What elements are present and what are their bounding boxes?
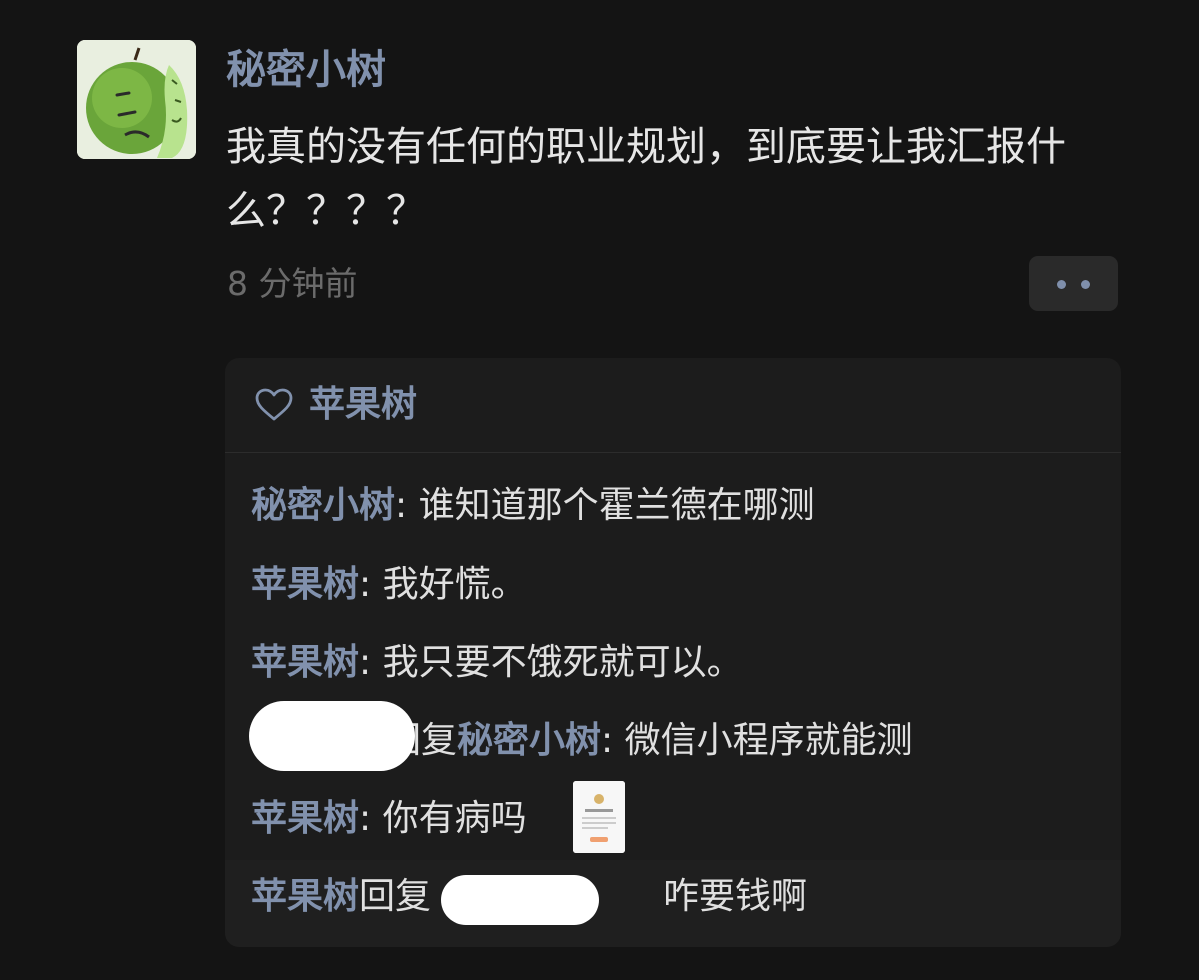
reply-word: 回复 xyxy=(359,876,432,917)
comment-author[interactable]: 秘密小树 xyxy=(251,485,395,526)
comment-panel: 苹果树 秘密小树: 谁知道那个霍兰德在哪测 苹果树: 我好慌。 苹果树: 我只要… xyxy=(225,358,1121,947)
comment-author[interactable]: 苹果树 xyxy=(251,876,359,917)
comment-text: 我只要不饿死就可以。 xyxy=(382,642,743,683)
comment-item[interactable]: 苹果树: 我只要不饿死就可以。 xyxy=(251,639,743,687)
moments-post: 秘密小树 我真的没有任何的职业规划，到底要让我汇报什么？？？？ 8 分钟前 苹果… xyxy=(0,0,1199,980)
comment-separator: : xyxy=(395,485,419,526)
comment-author[interactable]: 苹果树 xyxy=(251,798,359,839)
comment-separator: : xyxy=(359,564,383,605)
image-thumbnail xyxy=(573,781,625,853)
comment-text: 你有病吗 xyxy=(382,798,527,839)
comment-text: 我好慌。 xyxy=(382,564,527,605)
comment-text: 咋要钱啊 xyxy=(663,876,808,917)
more-dots-icon xyxy=(1081,280,1090,289)
avatar[interactable] xyxy=(77,40,196,159)
more-dots-icon xyxy=(1057,280,1066,289)
post-text: 我真的没有任何的职业规划，到底要让我汇报什么？？？？ xyxy=(226,124,1066,234)
more-button[interactable] xyxy=(1029,256,1118,311)
redacted-name xyxy=(249,701,415,771)
post-author[interactable]: 秘密小树 xyxy=(226,44,386,96)
comment-author[interactable]: 苹果树 xyxy=(251,564,359,605)
redacted-name xyxy=(441,875,599,925)
comment-item[interactable]: 回复秘密小树: 微信小程序就能测 xyxy=(385,717,913,765)
likes-row: 苹果树 xyxy=(225,358,1121,453)
comment-separator: : xyxy=(359,798,383,839)
comment-item[interactable]: 苹果树: 我好慌。 xyxy=(251,561,527,609)
image-thumbnail[interactable] xyxy=(573,781,625,853)
reply-target[interactable]: 秘密小树 xyxy=(457,720,601,761)
apple-avatar xyxy=(77,40,196,159)
post-time: 8 分钟前 xyxy=(227,264,358,303)
likes-names[interactable]: 苹果树 xyxy=(309,381,417,429)
comment-item[interactable]: 秘密小树: 谁知道那个霍兰德在哪测 xyxy=(251,482,815,530)
comment-separator: : xyxy=(601,720,625,761)
comment-author[interactable]: 苹果树 xyxy=(251,642,359,683)
comment-separator: : xyxy=(359,642,383,683)
comment-text: 谁知道那个霍兰德在哪测 xyxy=(418,485,815,526)
comment-text: 微信小程序就能测 xyxy=(624,720,913,761)
heart-icon xyxy=(255,388,293,421)
comment-item[interactable]: 苹果树: 你有病吗 xyxy=(251,795,527,843)
